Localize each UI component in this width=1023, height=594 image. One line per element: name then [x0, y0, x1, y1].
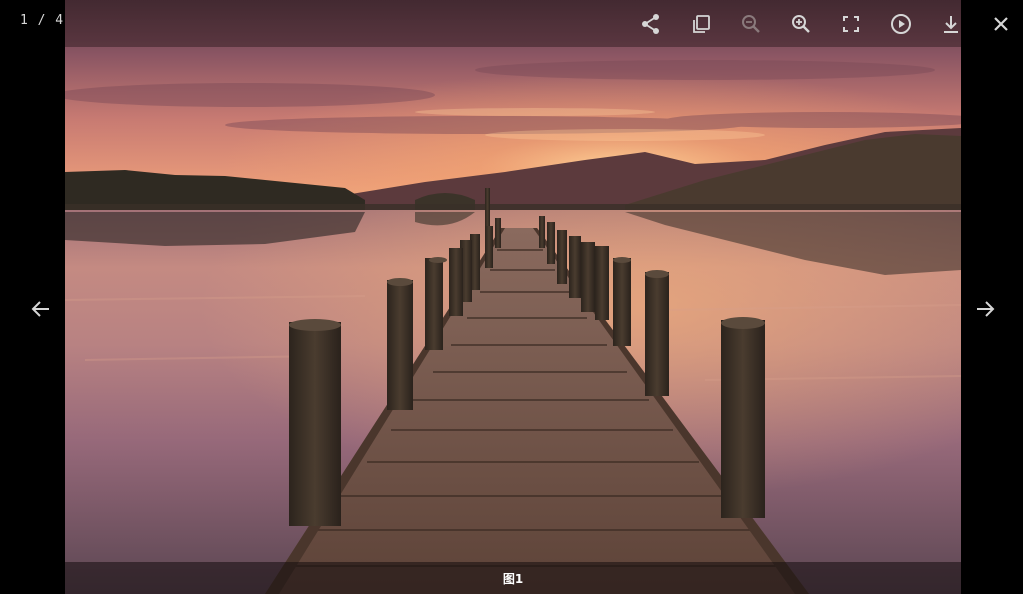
viewer-image[interactable]	[65, 0, 961, 594]
actual-size-icon	[693, 15, 710, 33]
image-viewer: 1 / 4 图1	[0, 0, 1023, 594]
close-button[interactable]	[985, 8, 1017, 40]
zoom-in-icon	[792, 15, 810, 33]
download-button[interactable]	[935, 8, 967, 40]
share-icon	[642, 14, 659, 34]
close-icon	[994, 17, 1008, 31]
previous-image-button[interactable]	[24, 292, 58, 326]
next-image-button[interactable]	[968, 292, 1002, 326]
play-icon	[891, 14, 911, 34]
fullscreen-button[interactable]	[835, 8, 867, 40]
zoom-in-button[interactable]	[785, 8, 817, 40]
arrow-left-icon	[31, 301, 49, 317]
slideshow-button[interactable]	[885, 8, 917, 40]
fullscreen-icon	[843, 16, 859, 32]
arrow-right-icon	[977, 301, 995, 317]
toolbar-background	[65, 0, 961, 47]
download-icon	[944, 16, 958, 33]
actual-size-button[interactable]	[685, 8, 717, 40]
zoom-out-icon	[742, 15, 760, 33]
zoom-out-button[interactable]	[735, 8, 767, 40]
image-counter: 1 / 4	[20, 13, 65, 28]
viewer-toolbar: 1 / 4	[0, 0, 1023, 47]
share-button[interactable]	[635, 8, 667, 40]
caption-bar: 图1	[65, 562, 961, 594]
jetty-sunset-photo	[65, 0, 961, 594]
image-caption: 图1	[502, 571, 524, 586]
